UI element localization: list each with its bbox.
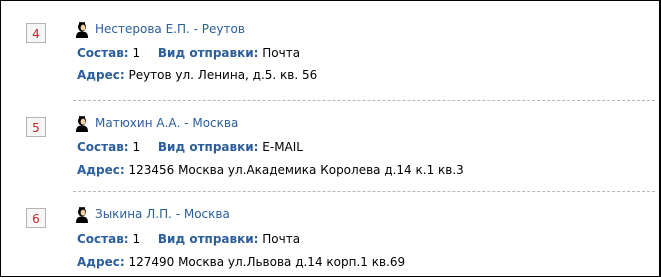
composition-value: 1 [132,140,141,154]
address-value: Реутов ул. Ленина, д.5. кв. 56 [128,68,318,82]
address-label: Адрес: [77,163,125,177]
entry-details: Состав: 1 Вид отправки: E-MAIL [77,140,303,154]
composition-value: 1 [132,46,141,60]
user-icon [76,22,88,38]
address-value: 127490 Москва ул.Львова д.14 корп.1 кв.6… [128,255,406,269]
entry-title-link[interactable]: Нестерова Е.П. - Реутов [95,22,245,36]
composition-label: Состав: [77,46,129,60]
shipping-value: Почта [262,232,301,246]
shipping-value: E-MAIL [262,140,303,154]
entry-address: Адрес: Реутов ул. Ленина, д.5. кв. 56 [77,68,317,82]
user-icon [76,116,88,132]
entry-title-link[interactable]: Зыкина Л.П. - Москва [95,207,230,221]
address-label: Адрес: [77,255,125,269]
entry-details: Состав: 1 Вид отправки: Почта [77,232,300,246]
orders-list-panel: 4 Нестерова Е.П. - Реутов Состав: 1 Вид … [0,0,661,277]
user-icon [76,207,88,223]
address-label: Адрес: [77,68,125,82]
entry-address: Адрес: 123456 Москва ул.Академика Короле… [77,163,464,177]
entry-number[interactable]: 6 [26,208,46,228]
composition-value: 1 [132,232,141,246]
shipping-label: Вид отправки: [157,46,259,60]
entry-number[interactable]: 5 [26,117,46,137]
shipping-label: Вид отправки: [157,140,259,154]
composition-label: Состав: [77,140,129,154]
entry-address: Адрес: 127490 Москва ул.Львова д.14 корп… [77,255,405,269]
shipping-value: Почта [262,46,301,60]
entry-number[interactable]: 4 [26,23,46,43]
entry-details: Состав: 1 Вид отправки: Почта [77,46,300,60]
separator [73,191,655,192]
composition-label: Состав: [77,232,129,246]
separator [73,100,655,101]
address-value: 123456 Москва ул.Академика Королева д.14… [128,163,464,177]
entry-title-link[interactable]: Матюхин А.А. - Москва [95,116,238,130]
shipping-label: Вид отправки: [157,232,259,246]
